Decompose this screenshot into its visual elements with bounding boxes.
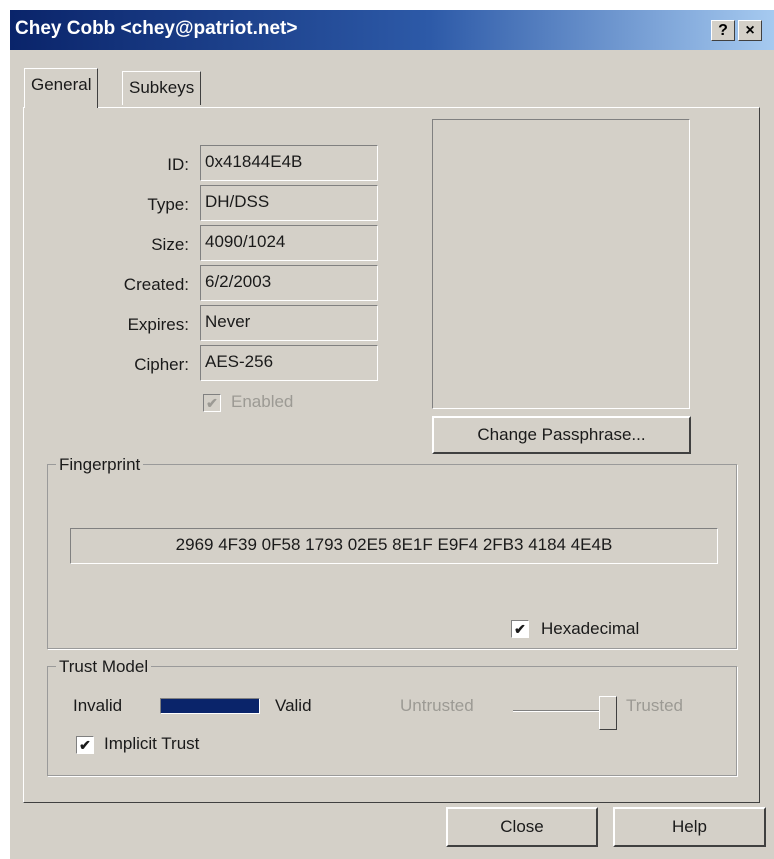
photo-preview-area [432,119,690,409]
trusted-label: Trusted [626,696,684,715]
fingerprint-group-title: Fingerprint [56,455,144,475]
trust-model-group-title: Trust Model [56,657,152,677]
enabled-label: Enabled [231,392,294,411]
trust-slider-thumb[interactable] [599,696,617,730]
type-field: DH/DSS [200,185,378,221]
created-label: Created: [123,275,189,294]
close-button[interactable]: Close [446,807,598,847]
validity-bar [160,698,260,714]
implicit-trust-label: Implicit Trust [104,734,200,753]
untrusted-label: Untrusted [400,696,474,715]
tab-subkeys[interactable]: Subkeys [122,71,202,105]
enabled-checkbox[interactable]: ✔ [203,394,221,412]
created-field: 6/2/2003 [200,265,378,301]
expires-field: Never [200,305,378,341]
cipher-label: Cipher: [134,355,189,374]
hexadecimal-checkbox[interactable]: ✔ [511,620,529,638]
trust-slider[interactable] [513,693,617,733]
validity-bar-fill [161,699,259,713]
window-title: Chey Cobb <chey@patriot.net> [15,18,298,39]
change-passphrase-button[interactable]: Change Passphrase... [432,416,691,454]
expires-label: Expires: [127,315,189,334]
type-label: Type: [147,195,189,214]
implicit-trust-checkbox[interactable]: ✔ [76,736,94,754]
size-label: Size: [151,235,189,254]
title-bar[interactable]: Chey Cobb <chey@patriot.net> ? × [10,10,774,50]
tab-general[interactable]: General [24,68,99,108]
trust-model-group [47,666,737,776]
invalid-label: Invalid [73,696,123,715]
valid-label: Valid [275,696,312,715]
help-caption-button[interactable]: ? [711,20,735,41]
cipher-field: AES-256 [200,345,378,381]
close-caption-button[interactable]: × [738,20,762,41]
fingerprint-field: 2969 4F39 0F58 1793 02E5 8E1F E9F4 2FB3 … [70,528,718,564]
help-button[interactable]: Help [613,807,766,847]
id-field: 0x41844E4B [200,145,378,181]
size-field: 4090/1024 [200,225,378,261]
key-properties-dialog: Chey Cobb <chey@patriot.net> ? × General… [10,10,774,859]
hexadecimal-label: Hexadecimal [541,619,640,638]
id-label: ID: [167,155,189,174]
